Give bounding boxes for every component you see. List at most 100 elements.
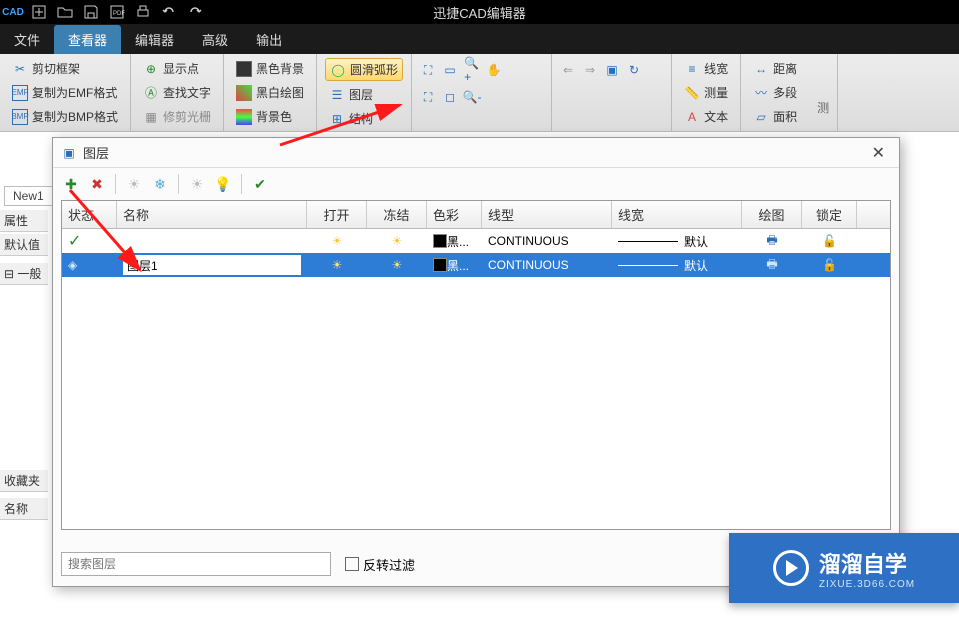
new-icon[interactable] bbox=[26, 1, 52, 23]
zoom-out-icon[interactable]: 🔍- bbox=[464, 89, 480, 105]
layer-name-input[interactable] bbox=[123, 255, 301, 275]
lock-icon[interactable]: 🔓 bbox=[822, 258, 837, 272]
ribbon: ✂剪切框架 EMF复制为EMF格式 BMP复制为BMP格式 ⊕显示点 Ⓐ查找文字… bbox=[0, 54, 959, 132]
extents-icon[interactable]: ◻ bbox=[442, 89, 458, 105]
col-lineweight[interactable]: 线宽 bbox=[612, 201, 742, 228]
sun-icon[interactable]: ☀ bbox=[392, 234, 403, 248]
watermark: 溜溜自学 ZIXUE.3D66.COM bbox=[729, 533, 959, 603]
refresh-icon[interactable]: ↻ bbox=[626, 62, 642, 78]
dialog-toolbar: ✚ ✖ ☀ ❄ ☀ 💡 ✔ bbox=[53, 168, 899, 200]
pan-icon[interactable]: ✋ bbox=[486, 62, 502, 78]
ribbon-group-1: ✂剪切框架 EMF复制为EMF格式 BMP复制为BMP格式 bbox=[0, 54, 131, 131]
zoom-in-icon[interactable]: 🔍+ bbox=[464, 62, 480, 78]
col-color[interactable]: 色彩 bbox=[427, 201, 482, 228]
sun-dim-icon[interactable]: ☀ bbox=[122, 172, 146, 196]
check-icon[interactable]: ✔ bbox=[248, 172, 272, 196]
redo-icon[interactable] bbox=[182, 1, 208, 23]
ribbon-group-5: ⛶ ▭ 🔍+ ✋ ⛶ ◻ 🔍- bbox=[412, 54, 552, 131]
ribbon-group-4: ◯圆滑弧形 ☰图层 ⊞结构 bbox=[317, 54, 412, 131]
bw-draw-button[interactable]: 黑白绘图 bbox=[232, 82, 308, 103]
ribbon-group-2: ⊕显示点 Ⓐ查找文字 ▦修剪光栅 bbox=[131, 54, 224, 131]
app-logo: CAD bbox=[0, 1, 26, 23]
color-swatch[interactable] bbox=[433, 258, 447, 272]
sun-icon[interactable]: ☀ bbox=[392, 258, 403, 272]
col-name[interactable]: 名称 bbox=[117, 201, 307, 228]
layers-button[interactable]: ☰图层 bbox=[325, 84, 377, 105]
menu-view[interactable]: 查看器 bbox=[54, 25, 121, 54]
col-plot[interactable]: 绘图 bbox=[742, 201, 802, 228]
edit-hatch-button[interactable]: ▦修剪光栅 bbox=[139, 106, 215, 127]
play-icon bbox=[773, 550, 809, 586]
lineweight-button[interactable]: ≡线宽 bbox=[680, 58, 732, 79]
new-layer-icon[interactable]: ✚ bbox=[59, 172, 83, 196]
bulb-on-icon[interactable]: ☀ bbox=[332, 258, 343, 272]
col-open[interactable]: 打开 bbox=[307, 201, 367, 228]
distance-button[interactable]: ↔距离 bbox=[749, 58, 801, 79]
search-layer-input[interactable] bbox=[61, 552, 331, 576]
bg-color-button[interactable]: 背景色 bbox=[232, 106, 296, 127]
snowflake-icon[interactable]: ❄ bbox=[148, 172, 172, 196]
layer-row-selected[interactable]: ◈ ☀ ☀ 黑... CONTINUOUS 默认 🖶 🔓 bbox=[62, 253, 890, 277]
dialog-titlebar[interactable]: ▣ 图层 ✕ bbox=[53, 138, 899, 168]
undo-icon[interactable] bbox=[156, 1, 182, 23]
menubar: 文件 查看器 编辑器 高级 输出 bbox=[0, 24, 959, 54]
col-lock[interactable]: 锁定 bbox=[802, 201, 857, 228]
color-swatch[interactable] bbox=[433, 234, 447, 248]
col-freeze[interactable]: 冻结 bbox=[367, 201, 427, 228]
text-button[interactable]: A文本 bbox=[680, 106, 732, 127]
col-linetype[interactable]: 线型 bbox=[482, 201, 612, 228]
clip-frame-button[interactable]: ✂剪切框架 bbox=[8, 58, 84, 79]
black-bg-button[interactable]: 黑色背景 bbox=[232, 58, 308, 79]
black-bg-icon bbox=[236, 61, 252, 77]
close-icon[interactable]: ✕ bbox=[866, 143, 891, 163]
show-point-button[interactable]: ⊕显示点 bbox=[139, 58, 203, 79]
zoom-fit-icon[interactable]: ⛶ bbox=[420, 62, 436, 78]
ribbon-group-9: 测 bbox=[809, 54, 838, 131]
watermark-sub: ZIXUE.3D66.COM bbox=[819, 579, 915, 590]
bulb-icon[interactable]: 💡 bbox=[211, 172, 235, 196]
separator bbox=[241, 174, 242, 194]
printer-icon[interactable]: 🖶 bbox=[766, 231, 777, 252]
linetype-cell[interactable]: CONTINUOUS bbox=[482, 229, 612, 253]
general-label[interactable]: ⊟ 一般 bbox=[0, 263, 48, 285]
menu-editor[interactable]: 编辑器 bbox=[121, 25, 188, 54]
area-button[interactable]: ▱面积 bbox=[749, 106, 801, 127]
smooth-arc-button[interactable]: ◯圆滑弧形 bbox=[325, 58, 403, 81]
copy-bmp-button[interactable]: BMP复制为BMP格式 bbox=[8, 106, 122, 127]
prev-icon[interactable]: ⇐ bbox=[560, 62, 576, 78]
window-icon[interactable]: ▣ bbox=[604, 62, 620, 78]
next-icon[interactable]: ⇒ bbox=[582, 62, 598, 78]
bw-icon bbox=[236, 85, 252, 101]
structure-button[interactable]: ⊞结构 bbox=[325, 108, 377, 129]
lineweight-cell[interactable]: 默认 bbox=[612, 229, 742, 253]
delete-layer-icon[interactable]: ✖ bbox=[85, 172, 109, 196]
menu-file[interactable]: 文件 bbox=[0, 25, 54, 54]
measure-button[interactable]: 📏测量 bbox=[680, 82, 732, 103]
col-state[interactable]: 状态 bbox=[62, 201, 117, 228]
arc-icon: ◯ bbox=[330, 62, 346, 78]
polyline-button[interactable]: 〰多段 bbox=[749, 82, 801, 103]
menu-advanced[interactable]: 高级 bbox=[188, 25, 242, 54]
open-icon[interactable] bbox=[52, 1, 78, 23]
document-tab[interactable]: New1 bbox=[4, 186, 53, 206]
find-text-button[interactable]: Ⓐ查找文字 bbox=[139, 82, 215, 103]
save-icon[interactable] bbox=[78, 1, 104, 23]
pdf-icon[interactable]: PDF bbox=[104, 1, 130, 23]
select-icon[interactable]: ▭ bbox=[442, 62, 458, 78]
menu-output[interactable]: 输出 bbox=[242, 25, 296, 54]
copy-emf-button[interactable]: EMF复制为EMF格式 bbox=[8, 82, 121, 103]
zoom-out-fit-icon[interactable]: ⛶ bbox=[420, 89, 436, 105]
checkbox-icon bbox=[345, 557, 359, 571]
linetype-cell[interactable]: CONTINUOUS bbox=[482, 253, 612, 277]
layer-name-cell[interactable] bbox=[117, 229, 307, 253]
layer-row[interactable]: ✓ ☀ ☀ 黑... CONTINUOUS 默认 🖶 🔓 bbox=[62, 229, 890, 253]
invert-filter-checkbox[interactable]: 反转过滤 bbox=[345, 555, 415, 574]
ribbon-group-7: ≡线宽 📏测量 A文本 bbox=[672, 54, 741, 131]
printer-icon[interactable]: 🖶 bbox=[766, 255, 777, 276]
lineweight-cell[interactable]: 默认 bbox=[612, 253, 742, 277]
layers-icon: ☰ bbox=[329, 87, 345, 103]
print-icon[interactable] bbox=[130, 1, 156, 23]
lock-icon[interactable]: 🔓 bbox=[822, 234, 837, 248]
bulb-on-icon[interactable]: ☀ bbox=[332, 234, 343, 248]
sun-dim2-icon[interactable]: ☀ bbox=[185, 172, 209, 196]
